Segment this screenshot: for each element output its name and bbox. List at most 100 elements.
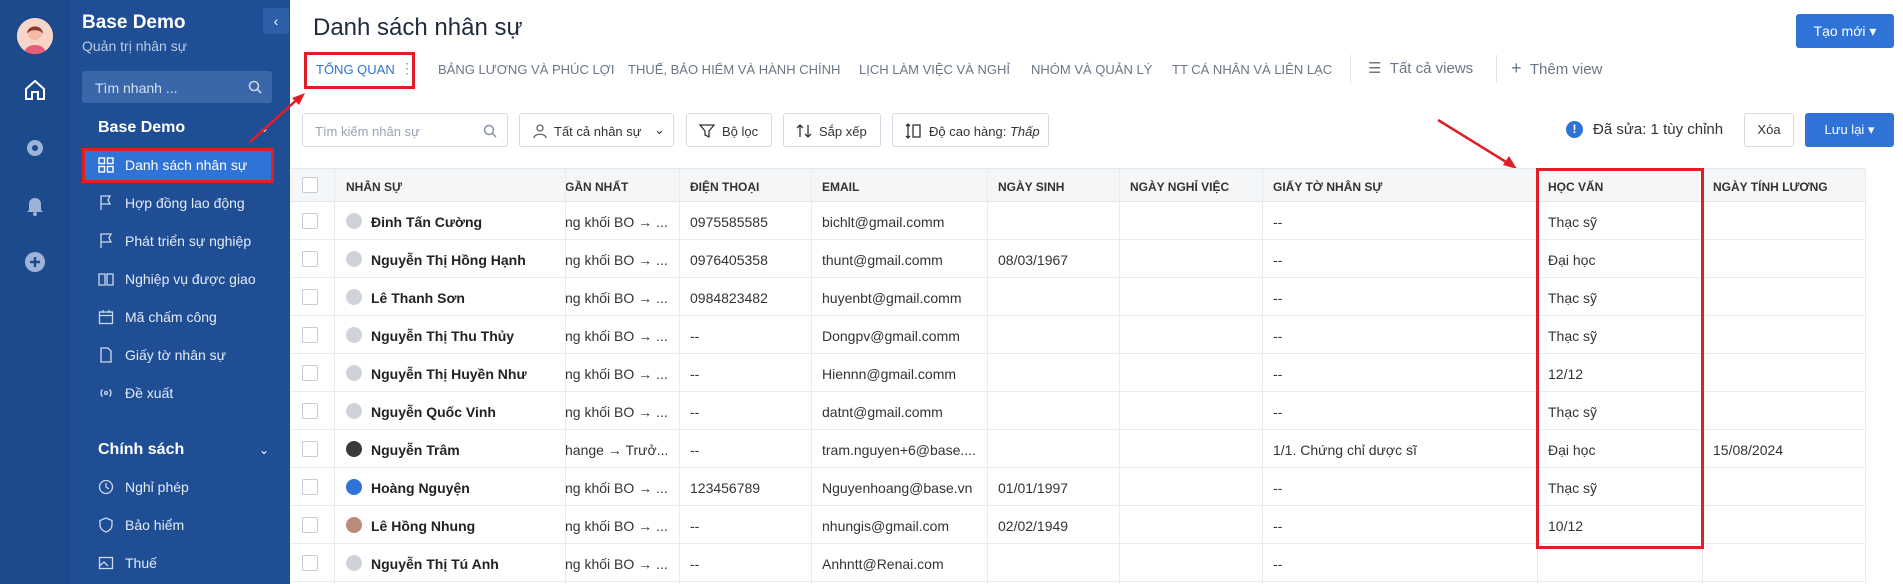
- plus-circle-icon[interactable]: [23, 250, 47, 274]
- row-checkbox[interactable]: [302, 327, 318, 343]
- phone: --: [690, 404, 700, 420]
- plus-icon: +: [1511, 58, 1522, 78]
- sidebar-item-bao-hiem[interactable]: Bảo hiểm: [84, 510, 272, 540]
- staff-name[interactable]: Nguyễn Thị Tú Anh: [371, 556, 499, 572]
- col-gan-nhat[interactable]: GẦN NHẤT: [565, 180, 657, 194]
- col-ngay-nghi-viec[interactable]: NGÀY NGHỈ VIỆC: [1130, 180, 1229, 194]
- staff-avatar: [346, 479, 362, 495]
- tab-lich-lam-viec[interactable]: LỊCH LÀM VIỆC VÀ NGHỈ: [859, 62, 1010, 77]
- staff-avatar: [346, 327, 362, 343]
- sidebar-item-giay-to[interactable]: Giấy tờ nhân sự: [84, 340, 272, 370]
- date-of-birth: 02/02/1949: [998, 518, 1069, 534]
- col-ngay-tinh-luong[interactable]: NGÀY TÍNH LƯƠNG: [1713, 180, 1828, 194]
- staff-name[interactable]: Lê Thanh Sơn: [371, 290, 465, 306]
- email: tram.nguyen+6@base....: [822, 442, 976, 458]
- row-checkbox[interactable]: [302, 289, 318, 305]
- staff-name[interactable]: Lê Hồng Nhung: [371, 518, 475, 534]
- staff-name[interactable]: Hoàng Nguyện: [371, 480, 470, 496]
- broadcast-icon: [98, 385, 114, 401]
- documents: --: [1273, 556, 1283, 572]
- row-checkbox[interactable]: [302, 441, 318, 457]
- sidebar-item-nghi-phep[interactable]: Nghỉ phép: [84, 472, 272, 502]
- phone: 0976405358: [690, 252, 768, 268]
- sidebar-item-nghiep-vu[interactable]: Nghiệp vụ được giao: [84, 264, 272, 294]
- row-checkbox[interactable]: [302, 479, 318, 495]
- tab-bang-luong[interactable]: BẢNG LƯƠNG VÀ PHÚC LỢI: [438, 62, 614, 77]
- row-height-button[interactable]: Độ cao hàng: Thấp: [892, 113, 1049, 147]
- col-giay-to[interactable]: GIẤY TỜ NHÂN SỰ: [1273, 180, 1382, 194]
- staff-search-input[interactable]: Tìm kiếm nhân sự: [302, 113, 508, 147]
- col-ngay-sinh[interactable]: NGÀY SINH: [998, 180, 1064, 194]
- col-dien-thoai[interactable]: ĐIỆN THOẠI: [690, 180, 759, 194]
- documents: --: [1273, 214, 1283, 230]
- row-checkbox[interactable]: [302, 555, 318, 571]
- calendar-icon: [98, 309, 114, 325]
- home-icon[interactable]: [23, 78, 47, 102]
- staff-avatar: [346, 441, 362, 457]
- staff-name[interactable]: Nguyễn Quốc Vinh: [371, 404, 496, 420]
- collapse-sidebar-button[interactable]: ‹: [263, 8, 289, 34]
- documents: --: [1273, 328, 1283, 344]
- all-views-tab[interactable]: ☰ Tất cả views: [1368, 59, 1473, 77]
- recent-change: ng khối BO → ...: [565, 252, 667, 268]
- row-checkbox[interactable]: [302, 365, 318, 381]
- staff-name[interactable]: Nguyễn Thị Huyền Như: [371, 366, 527, 382]
- delete-button[interactable]: Xóa: [1744, 113, 1794, 147]
- email: Nguyenhoang@base.vn: [822, 480, 973, 496]
- add-view-tab[interactable]: + Thêm view: [1511, 58, 1602, 79]
- col-nhan-su[interactable]: NHÂN SỰ: [346, 180, 402, 194]
- tab-thue-bao-hiem[interactable]: THUẾ, BẢO HIỂM VÀ HÀNH CHÍNH: [628, 62, 840, 77]
- avatar[interactable]: [17, 18, 53, 54]
- tab-divider: [1496, 55, 1497, 83]
- col-email[interactable]: EMAIL: [822, 180, 859, 194]
- tab-divider: [1350, 55, 1351, 83]
- sidebar-item-de-xuat[interactable]: Đề xuất: [84, 378, 272, 408]
- sidebar-item-ma-cham-cong[interactable]: Mã chấm công: [84, 302, 272, 332]
- sidebar-item-thue[interactable]: Thuế: [84, 548, 272, 578]
- settings-icon[interactable]: [23, 136, 47, 160]
- table-row[interactable]: Nguyễn Thị Tú Anh ng khối BO → ... -- Anhnt…: [290, 544, 1865, 582]
- chevron-down-icon: ⌄: [654, 122, 665, 137]
- sidebar-item-phat-trien[interactable]: Phát triển sự nghiệp: [84, 226, 272, 256]
- row-checkbox[interactable]: [302, 251, 318, 267]
- documents: 1/1. Chứng chỉ dược sĩ: [1273, 442, 1417, 458]
- sidebar-item-hop-dong[interactable]: Hợp đồng lao động: [84, 188, 272, 218]
- column-divider: [987, 168, 988, 584]
- phone: 123456789: [690, 480, 761, 496]
- filter-button[interactable]: Bộ lọc: [686, 113, 772, 147]
- sort-button[interactable]: Sắp xếp: [783, 113, 881, 147]
- save-button[interactable]: Lưu lại ▾: [1805, 113, 1894, 147]
- row-checkbox[interactable]: [302, 213, 318, 229]
- documents: --: [1273, 404, 1283, 420]
- phone: 0975585585: [690, 214, 768, 230]
- page-title: Danh sách nhân sự: [313, 14, 523, 41]
- row-checkbox[interactable]: [302, 403, 318, 419]
- staff-name[interactable]: Nguyễn Trâm: [371, 442, 460, 458]
- select-all-checkbox[interactable]: [302, 177, 318, 193]
- row-checkbox[interactable]: [302, 517, 318, 533]
- column-divider: [334, 168, 335, 584]
- sidebar-section-chinh-sach[interactable]: Chính sách: [98, 441, 184, 459]
- documents: --: [1273, 480, 1283, 496]
- create-button[interactable]: Tạo mới ▾: [1796, 14, 1894, 48]
- email: Hiennn@gmail.comm: [822, 366, 957, 382]
- recent-change: ng khối BO → ...: [565, 290, 667, 306]
- image-icon: [98, 555, 114, 571]
- tab-tt-ca-nhan[interactable]: TT CÁ NHÂN VÀ LIÊN LẠC: [1172, 62, 1332, 77]
- bell-icon[interactable]: [23, 193, 47, 217]
- date-of-birth: 08/03/1967: [998, 252, 1069, 268]
- recent-change: ng khối BO → ...: [565, 556, 667, 572]
- date-of-birth: 01/01/1997: [998, 480, 1069, 496]
- tab-nhom-quan-ly[interactable]: NHÓM VÀ QUẢN LÝ: [1031, 62, 1152, 77]
- staff-name[interactable]: Nguyễn Thị Hồng Hạnh: [371, 252, 526, 268]
- staff-name[interactable]: Đinh Tấn Cường: [371, 214, 482, 230]
- column-divider: [1262, 168, 1263, 584]
- staff-name[interactable]: Nguyễn Thị Thu Thủy: [371, 328, 514, 344]
- column-divider: [679, 168, 680, 584]
- chevron-down-icon[interactable]: ⌄: [259, 443, 269, 457]
- recent-change: ng khối BO → ...: [565, 214, 667, 230]
- recent-change: hange → Trưở...: [565, 442, 667, 458]
- sidebar-search-input[interactable]: Tìm nhanh ...: [82, 71, 272, 103]
- sidebar-section-base-demo[interactable]: Base Demo: [98, 119, 185, 137]
- all-staff-dropdown[interactable]: Tất cả nhân sự ⌄: [519, 113, 674, 147]
